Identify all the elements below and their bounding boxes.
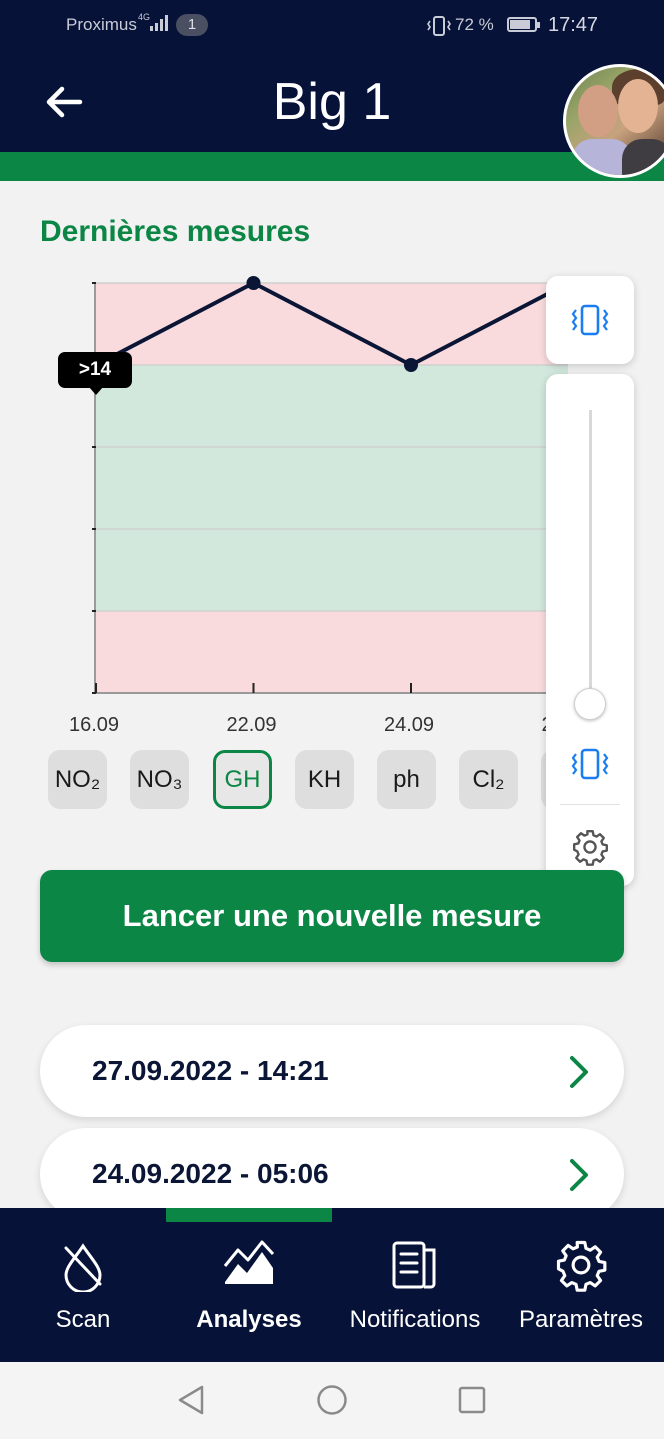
header-accent-strip (0, 152, 664, 181)
chart-zone-1 (96, 365, 568, 611)
chart-x-label: 24.09 (384, 714, 434, 736)
chart-x-label: 16.09 (69, 714, 119, 736)
vibrate-icon (571, 304, 609, 336)
chevron-right-icon (570, 1056, 588, 1088)
section-title: Dernières mesures (40, 215, 311, 248)
measurement-history-item[interactable]: 24.09.2022 - 05:06 (40, 1128, 624, 1220)
back-triangle-icon[interactable] (176, 1384, 206, 1416)
chevron-right-icon (570, 1159, 588, 1191)
notification-count-badge: 1 (176, 14, 208, 36)
nav-analyses[interactable]: Analyses (166, 1208, 332, 1362)
gear-icon[interactable] (571, 828, 609, 866)
chart-data-point (246, 276, 261, 290)
volume-slider-knob[interactable] (574, 688, 606, 720)
nav-notifications[interactable]: Notifications (332, 1208, 498, 1362)
gear-icon (556, 1240, 607, 1292)
new-measurement-button[interactable]: Lancer une nouvelle mesure (40, 870, 624, 962)
carrier-label: Proximus (66, 15, 137, 34)
drop-scan-icon (64, 1243, 102, 1292)
nav-analyses-label: Analyses (196, 1306, 302, 1333)
status-bar: Proximus 4G 1 72 % 17:47 (0, 0, 664, 52)
volume-mode-button[interactable] (546, 276, 634, 364)
network-type: 4G (138, 12, 151, 22)
bottom-navigation: Scan Analyses Notifications Paramètres (0, 1208, 664, 1362)
avatar[interactable] (563, 64, 664, 178)
param-chip-no2[interactable]: NO₂ (48, 750, 107, 809)
clock: 17:47 (548, 14, 599, 36)
vibrate-icon[interactable] (570, 748, 610, 780)
nav-scan-label: Scan (55, 1306, 111, 1333)
chart-data-point (404, 358, 418, 372)
chart-icon (223, 1240, 275, 1284)
volume-slider-track[interactable] (589, 410, 592, 704)
chart-x-label: 22.09 (226, 714, 276, 736)
param-chip-gh[interactable]: GH (213, 750, 272, 809)
nav-parametres-label: Paramètres (518, 1306, 644, 1333)
document-icon (392, 1241, 436, 1289)
measurement-date: 24.09.2022 - 05:06 (92, 1158, 329, 1189)
param-chip-ph[interactable]: ph (377, 750, 436, 809)
recents-square-icon[interactable] (458, 1386, 486, 1414)
battery-icon (507, 17, 540, 32)
volume-panel (546, 374, 634, 886)
chart-zone-2 (96, 611, 568, 693)
system-navigation-bar (0, 1362, 664, 1439)
nav-scan[interactable]: Scan (0, 1208, 166, 1362)
home-circle-icon[interactable] (316, 1384, 348, 1416)
nav-notifications-label: Notifications (349, 1306, 481, 1333)
param-chip-cl2[interactable]: Cl₂ (459, 750, 518, 809)
vibrate-icon (427, 16, 451, 36)
param-chip-kh[interactable]: KH (295, 750, 354, 809)
nav-parametres[interactable]: Paramètres (498, 1208, 664, 1362)
signal-icon (150, 15, 170, 31)
measurement-history-item[interactable]: 27.09.2022 - 14:21 (40, 1025, 624, 1117)
param-chip-no3[interactable]: NO₃ (130, 750, 189, 809)
battery-percent: 72 % (455, 15, 494, 34)
value-tooltip: >14 (58, 352, 132, 395)
measurement-date: 27.09.2022 - 14:21 (92, 1055, 329, 1086)
